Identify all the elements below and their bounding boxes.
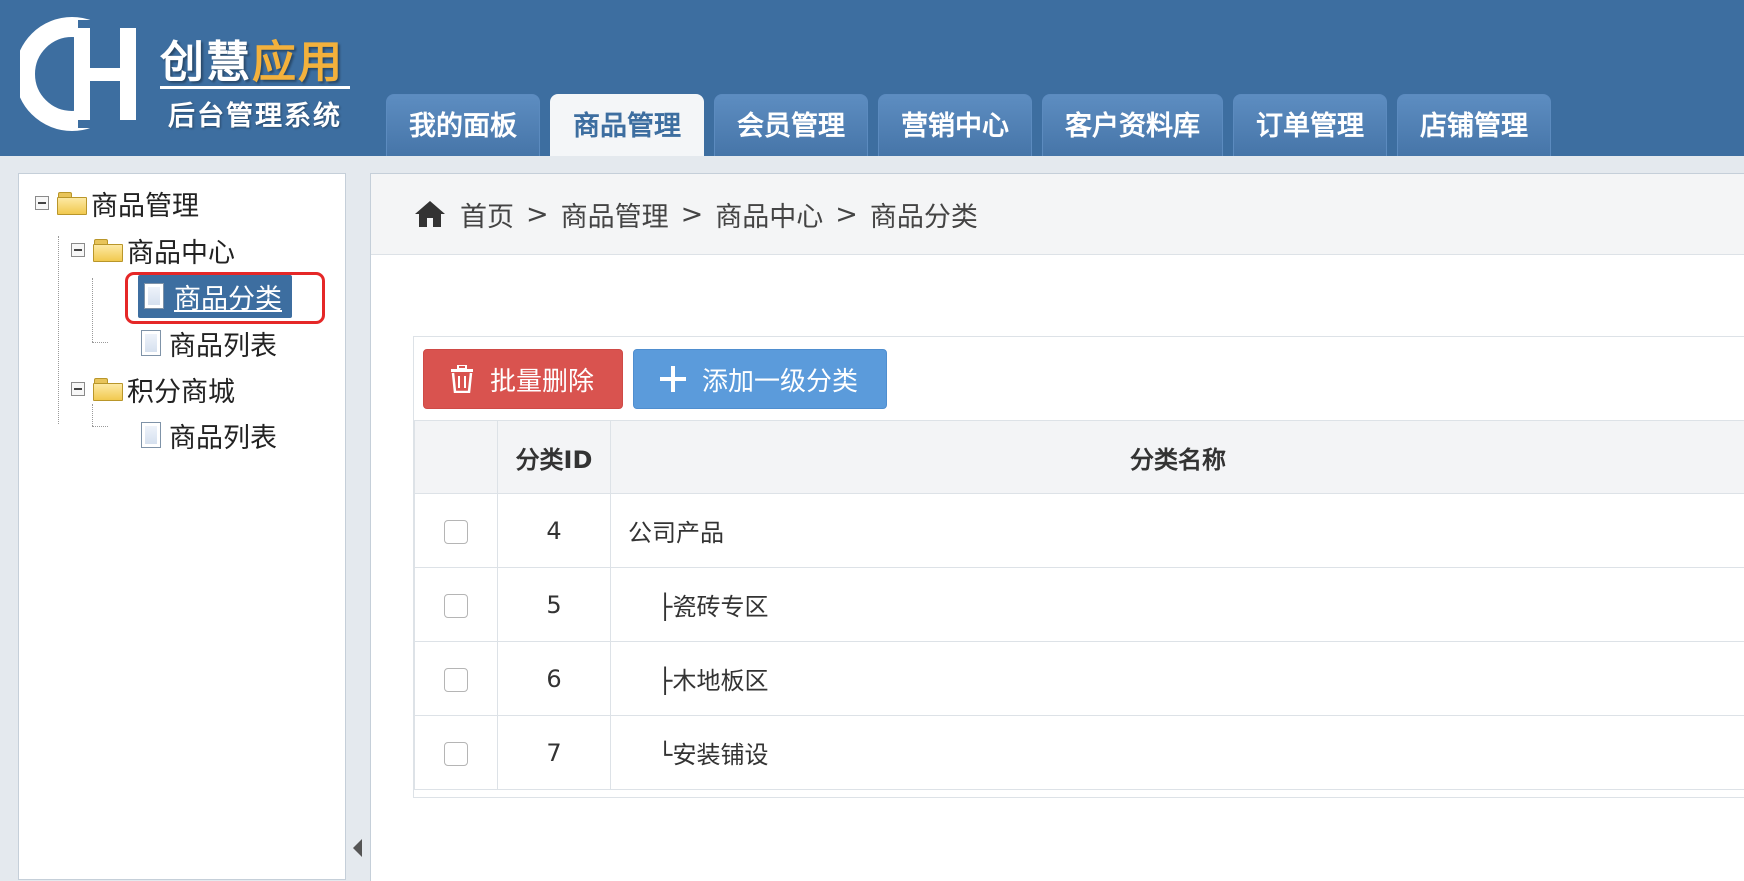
cell-category-id: 4 — [498, 494, 611, 568]
tree-node-product-management[interactable]: 商品管理 — [35, 183, 199, 223]
tree-label: 商品列表 — [169, 416, 277, 455]
header-checkbox-cell — [415, 421, 498, 494]
tree-connector — [92, 342, 108, 343]
tree-connector — [58, 236, 59, 424]
collapse-arrow-icon[interactable] — [353, 839, 362, 857]
header-category-id: 分类ID — [498, 421, 611, 494]
tree-node-product-list[interactable]: 商品列表 — [141, 323, 277, 363]
tab-order-management[interactable]: 订单管理 — [1233, 94, 1387, 156]
table-row[interactable]: 7 └安装铺设 — [415, 716, 1744, 790]
cell-category-name: ├瓷砖专区 — [611, 568, 1744, 642]
header-category-name: 分类名称 — [611, 421, 1744, 494]
tab-my-panel[interactable]: 我的面板 — [386, 94, 540, 156]
tree-node-points-mall[interactable]: 积分商城 — [71, 369, 235, 409]
logo-subtitle: 后台管理系统 — [168, 94, 342, 133]
logo-divider — [160, 86, 350, 89]
tab-customer-database[interactable]: 客户资料库 — [1042, 94, 1223, 156]
page-icon — [141, 422, 161, 448]
tree-label: 商品列表 — [169, 324, 277, 363]
folder-icon — [57, 192, 87, 214]
category-table: 分类ID 分类名称 4 公司产品 5 ├瓷砖专区 6 ├木 — [414, 420, 1744, 790]
table-row[interactable]: 6 ├木地板区 — [415, 642, 1744, 716]
top-header: 创慧应用 后台管理系统 我的面板 商品管理 会员管理 营销中心 客户资料库 订单… — [0, 0, 1744, 156]
tree-node-product-center[interactable]: 商品中心 — [71, 230, 235, 270]
logo[interactable]: 创慧应用 后台管理系统 — [20, 14, 350, 134]
collapse-toggle-icon[interactable] — [35, 196, 49, 210]
cell-category-name: ├木地板区 — [611, 642, 1744, 716]
tree-node-points-product-list[interactable]: 商品列表 — [141, 415, 277, 455]
cell-category-id: 7 — [498, 716, 611, 790]
home-icon[interactable] — [414, 199, 446, 229]
row-checkbox-cell — [415, 642, 498, 716]
row-checkbox-cell — [415, 716, 498, 790]
trash-icon — [450, 365, 474, 393]
sidebar-tree: 商品管理 商品中心 商品分类 商品列表 积分商城 商品列表 — [18, 173, 346, 880]
cell-category-id: 6 — [498, 642, 611, 716]
breadcrumb-separator: > — [526, 199, 549, 230]
collapse-toggle-icon[interactable] — [71, 382, 85, 396]
breadcrumb-product-center[interactable]: 商品中心 — [715, 195, 823, 234]
tab-store-management[interactable]: 店铺管理 — [1397, 94, 1551, 156]
batch-delete-button[interactable]: 批量删除 — [423, 349, 623, 409]
breadcrumb-home[interactable]: 首页 — [460, 195, 514, 234]
folder-icon — [93, 378, 123, 400]
tab-product-management[interactable]: 商品管理 — [550, 94, 704, 156]
tree-label: 商品中心 — [127, 231, 235, 270]
cell-category-id: 5 — [498, 568, 611, 642]
toolbar: 批量删除 添加一级分类 — [423, 349, 897, 409]
sidebar-splitter[interactable] — [346, 156, 370, 880]
tree-label: 积分商城 — [127, 370, 235, 409]
row-checkbox[interactable] — [444, 668, 468, 692]
tree-node-product-category[interactable]: 商品分类 — [138, 276, 292, 316]
table-header-row: 分类ID 分类名称 — [415, 421, 1744, 494]
folder-icon — [93, 239, 123, 261]
breadcrumb-separator: > — [681, 199, 704, 230]
tree-connector — [92, 426, 108, 427]
breadcrumb-product-category: 商品分类 — [870, 195, 978, 234]
batch-delete-label: 批量删除 — [490, 361, 594, 398]
logo-mark — [20, 14, 155, 134]
row-checkbox-cell — [415, 494, 498, 568]
breadcrumb-product-management[interactable]: 商品管理 — [561, 195, 669, 234]
table-row[interactable]: 4 公司产品 — [415, 494, 1744, 568]
logo-title: 创慧应用 — [160, 26, 344, 90]
breadcrumb-separator: > — [835, 199, 858, 230]
page-icon — [144, 283, 164, 309]
plus-icon — [660, 366, 686, 392]
tab-member-management[interactable]: 会员管理 — [714, 94, 868, 156]
main-content: 首页 > 商品管理 > 商品中心 > 商品分类 批量删除 — [370, 173, 1744, 881]
row-checkbox-cell — [415, 568, 498, 642]
cell-category-name: └安装铺设 — [611, 716, 1744, 790]
row-checkbox[interactable] — [444, 742, 468, 766]
add-top-category-label: 添加一级分类 — [702, 361, 858, 398]
collapse-toggle-icon[interactable] — [71, 243, 85, 257]
cell-category-name: 公司产品 — [611, 494, 1744, 568]
page-icon — [141, 330, 161, 356]
table-row[interactable]: 5 ├瓷砖专区 — [415, 568, 1744, 642]
tab-marketing-center[interactable]: 营销中心 — [878, 94, 1032, 156]
category-panel: 批量删除 添加一级分类 分类ID 分类名称 — [413, 336, 1744, 798]
tree-label: 商品管理 — [91, 184, 199, 223]
row-checkbox[interactable] — [444, 520, 468, 544]
main-nav: 我的面板 商品管理 会员管理 营销中心 客户资料库 订单管理 店铺管理 — [386, 94, 1561, 156]
row-checkbox[interactable] — [444, 594, 468, 618]
breadcrumb: 首页 > 商品管理 > 商品中心 > 商品分类 — [371, 174, 1744, 255]
tree-connector — [92, 278, 93, 342]
add-top-category-button[interactable]: 添加一级分类 — [633, 349, 887, 409]
